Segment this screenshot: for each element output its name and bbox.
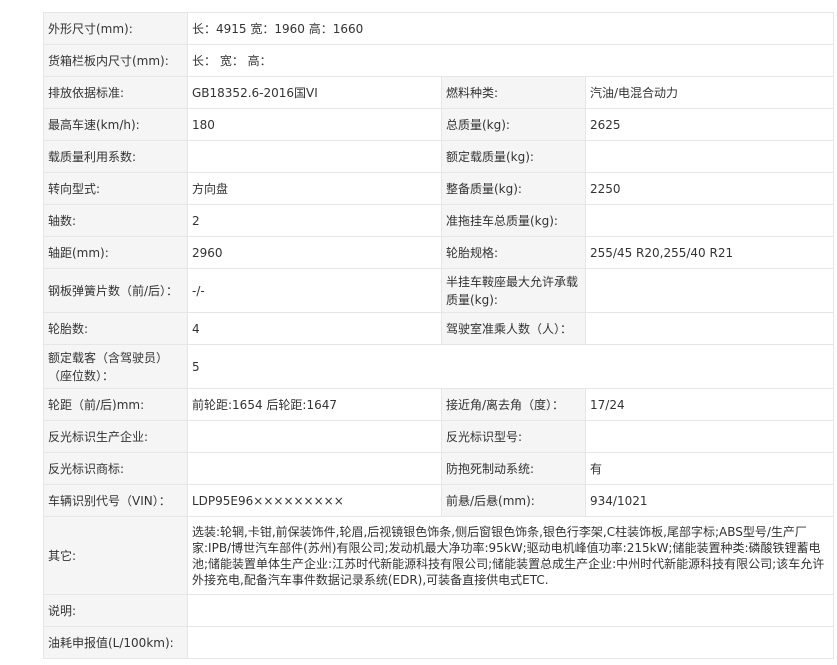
spec-value: 方向盘 <box>187 172 442 205</box>
spec-row-emission-fuel: 排放依据标准: GB18352.6-2016国VI 燃料种类: 汽油/电混合动力 <box>43 76 835 109</box>
spec-label: 燃料种类: <box>441 76 586 109</box>
spec-label: 外形尺寸(mm): <box>43 12 188 45</box>
spec-row-other: 其它: 选装:轮辋,卡钳,前保装饰件,轮眉,后视镜银色饰条,侧后窗银色饰条,银色… <box>43 516 835 595</box>
spec-label: 前悬/后悬(mm): <box>441 484 586 517</box>
spec-row-fuel-consumption: 油耗申报值(L/100km): <box>43 626 835 659</box>
spec-label: 准拖挂车总质量(kg): <box>441 204 586 237</box>
spec-label: 额定载客（含驾驶员）（座位数）： <box>43 344 188 389</box>
spec-row-wheelbase-tires: 轴距(mm): 2960 轮胎规格: 255/45 R20,255/40 R21 <box>43 236 835 269</box>
spec-row-notes: 说明: <box>43 594 835 627</box>
spec-value: GB18352.6-2016国VI <box>187 76 442 109</box>
spec-value: LDP95E96××××××××× <box>187 484 442 517</box>
spec-value: 前轮距:1654 后轮距:1647 <box>187 388 442 421</box>
spec-value: 汽油/电混合动力 <box>584 76 835 109</box>
spec-label: 反光标识型号: <box>441 420 586 453</box>
spec-value <box>584 140 835 173</box>
spec-value: -/- <box>187 268 442 313</box>
spec-label: 货箱栏板内尺寸(mm): <box>43 44 188 77</box>
spec-value: 长：4915 宽：1960 高：1660 <box>186 12 835 45</box>
spec-label: 轮胎数: <box>43 312 188 345</box>
spec-label: 整备质量(kg): <box>441 172 586 205</box>
spec-label: 转向型式: <box>43 172 188 205</box>
spec-value <box>187 140 442 173</box>
spec-row-tire-count-cab: 轮胎数: 4 驾驶室准乘人数（人）： <box>43 312 835 345</box>
spec-value: 934/1021 <box>584 484 835 517</box>
spec-row-springs-saddle: 钢板弹簧片数（前/后）： -/- 半挂车鞍座最大允许承载质量(kg): <box>43 268 835 313</box>
spec-value <box>584 420 835 453</box>
spec-label: 轮距（前/后)mm: <box>43 388 188 421</box>
spec-row-vin-overhang: 车辆识别代号（VIN）： LDP95E96××××××××× 前悬/后悬(mm)… <box>43 484 835 517</box>
spec-value <box>584 312 835 345</box>
spec-label: 反光标识生产企业: <box>43 420 188 453</box>
spec-row-steering-curb: 转向型式: 方向盘 整备质量(kg): 2250 <box>43 172 835 205</box>
spec-label: 驾驶室准乘人数（人）： <box>441 312 586 345</box>
spec-label: 防抱死制动系统: <box>441 452 586 485</box>
spec-row-cargo-box-size: 货箱栏板内尺寸(mm): 长： 宽： 高： <box>43 44 835 77</box>
spec-value: 2 <box>187 204 442 237</box>
spec-value <box>584 268 835 313</box>
spec-label: 最高车速(km/h): <box>43 108 188 141</box>
spec-value: 17/24 <box>584 388 835 421</box>
spec-value: 2250 <box>584 172 835 205</box>
spec-row-load-coefficient: 载质量利用系数: 额定载质量(kg): <box>43 140 835 173</box>
spec-label: 载质量利用系数: <box>43 140 188 173</box>
spec-value: 5 <box>186 344 835 389</box>
spec-row-track-angles: 轮距（前/后)mm: 前轮距:1654 后轮距:1647 接近角/离去角（度）：… <box>43 388 835 421</box>
spec-row-axles-trailer: 轴数: 2 准拖挂车总质量(kg): <box>43 204 835 237</box>
spec-value: 2960 <box>187 236 442 269</box>
spec-label: 总质量(kg): <box>441 108 586 141</box>
spec-value <box>584 204 835 237</box>
spec-row-speed-mass: 最高车速(km/h): 180 总质量(kg): 2625 <box>43 108 835 141</box>
spec-label: 轴数: <box>43 204 188 237</box>
spec-row-reflective-abs: 反光标识商标: 防抱死制动系统: 有 <box>43 452 835 485</box>
spec-label: 半挂车鞍座最大允许承载质量(kg): <box>441 268 586 313</box>
spec-value <box>187 452 442 485</box>
spec-value: 2625 <box>584 108 835 141</box>
spec-value: 255/45 R20,255/40 R21 <box>584 236 835 269</box>
spec-value: 有 <box>584 452 835 485</box>
vehicle-spec-table: 外形尺寸(mm): 长：4915 宽：1960 高：1660 货箱栏板内尺寸(m… <box>43 12 835 659</box>
spec-row-seats: 额定载客（含驾驶员）（座位数）： 5 <box>43 344 835 389</box>
spec-value <box>186 626 835 659</box>
spec-label: 说明: <box>43 594 188 627</box>
spec-label: 其它: <box>43 516 188 595</box>
spec-label: 额定载质量(kg): <box>441 140 586 173</box>
spec-value: 选装:轮辋,卡钳,前保装饰件,轮眉,后视镜银色饰条,侧后窗银色饰条,银色行李架,… <box>186 516 835 595</box>
spec-value <box>186 594 835 627</box>
spec-label: 钢板弹簧片数（前/后）： <box>43 268 188 313</box>
spec-value <box>187 420 442 453</box>
spec-label: 车辆识别代号（VIN）： <box>43 484 188 517</box>
spec-value: 180 <box>187 108 442 141</box>
spec-label: 反光标识商标: <box>43 452 188 485</box>
spec-row-reflective-maker: 反光标识生产企业: 反光标识型号: <box>43 420 835 453</box>
spec-label: 轮胎规格: <box>441 236 586 269</box>
spec-value: 4 <box>187 312 442 345</box>
spec-label: 接近角/离去角（度）： <box>441 388 586 421</box>
spec-value: 长： 宽： 高： <box>186 44 835 77</box>
spec-label: 排放依据标准: <box>43 76 188 109</box>
spec-label: 油耗申报值(L/100km): <box>43 626 188 659</box>
spec-label: 轴距(mm): <box>43 236 188 269</box>
spec-row-dimensions: 外形尺寸(mm): 长：4915 宽：1960 高：1660 <box>43 12 835 45</box>
